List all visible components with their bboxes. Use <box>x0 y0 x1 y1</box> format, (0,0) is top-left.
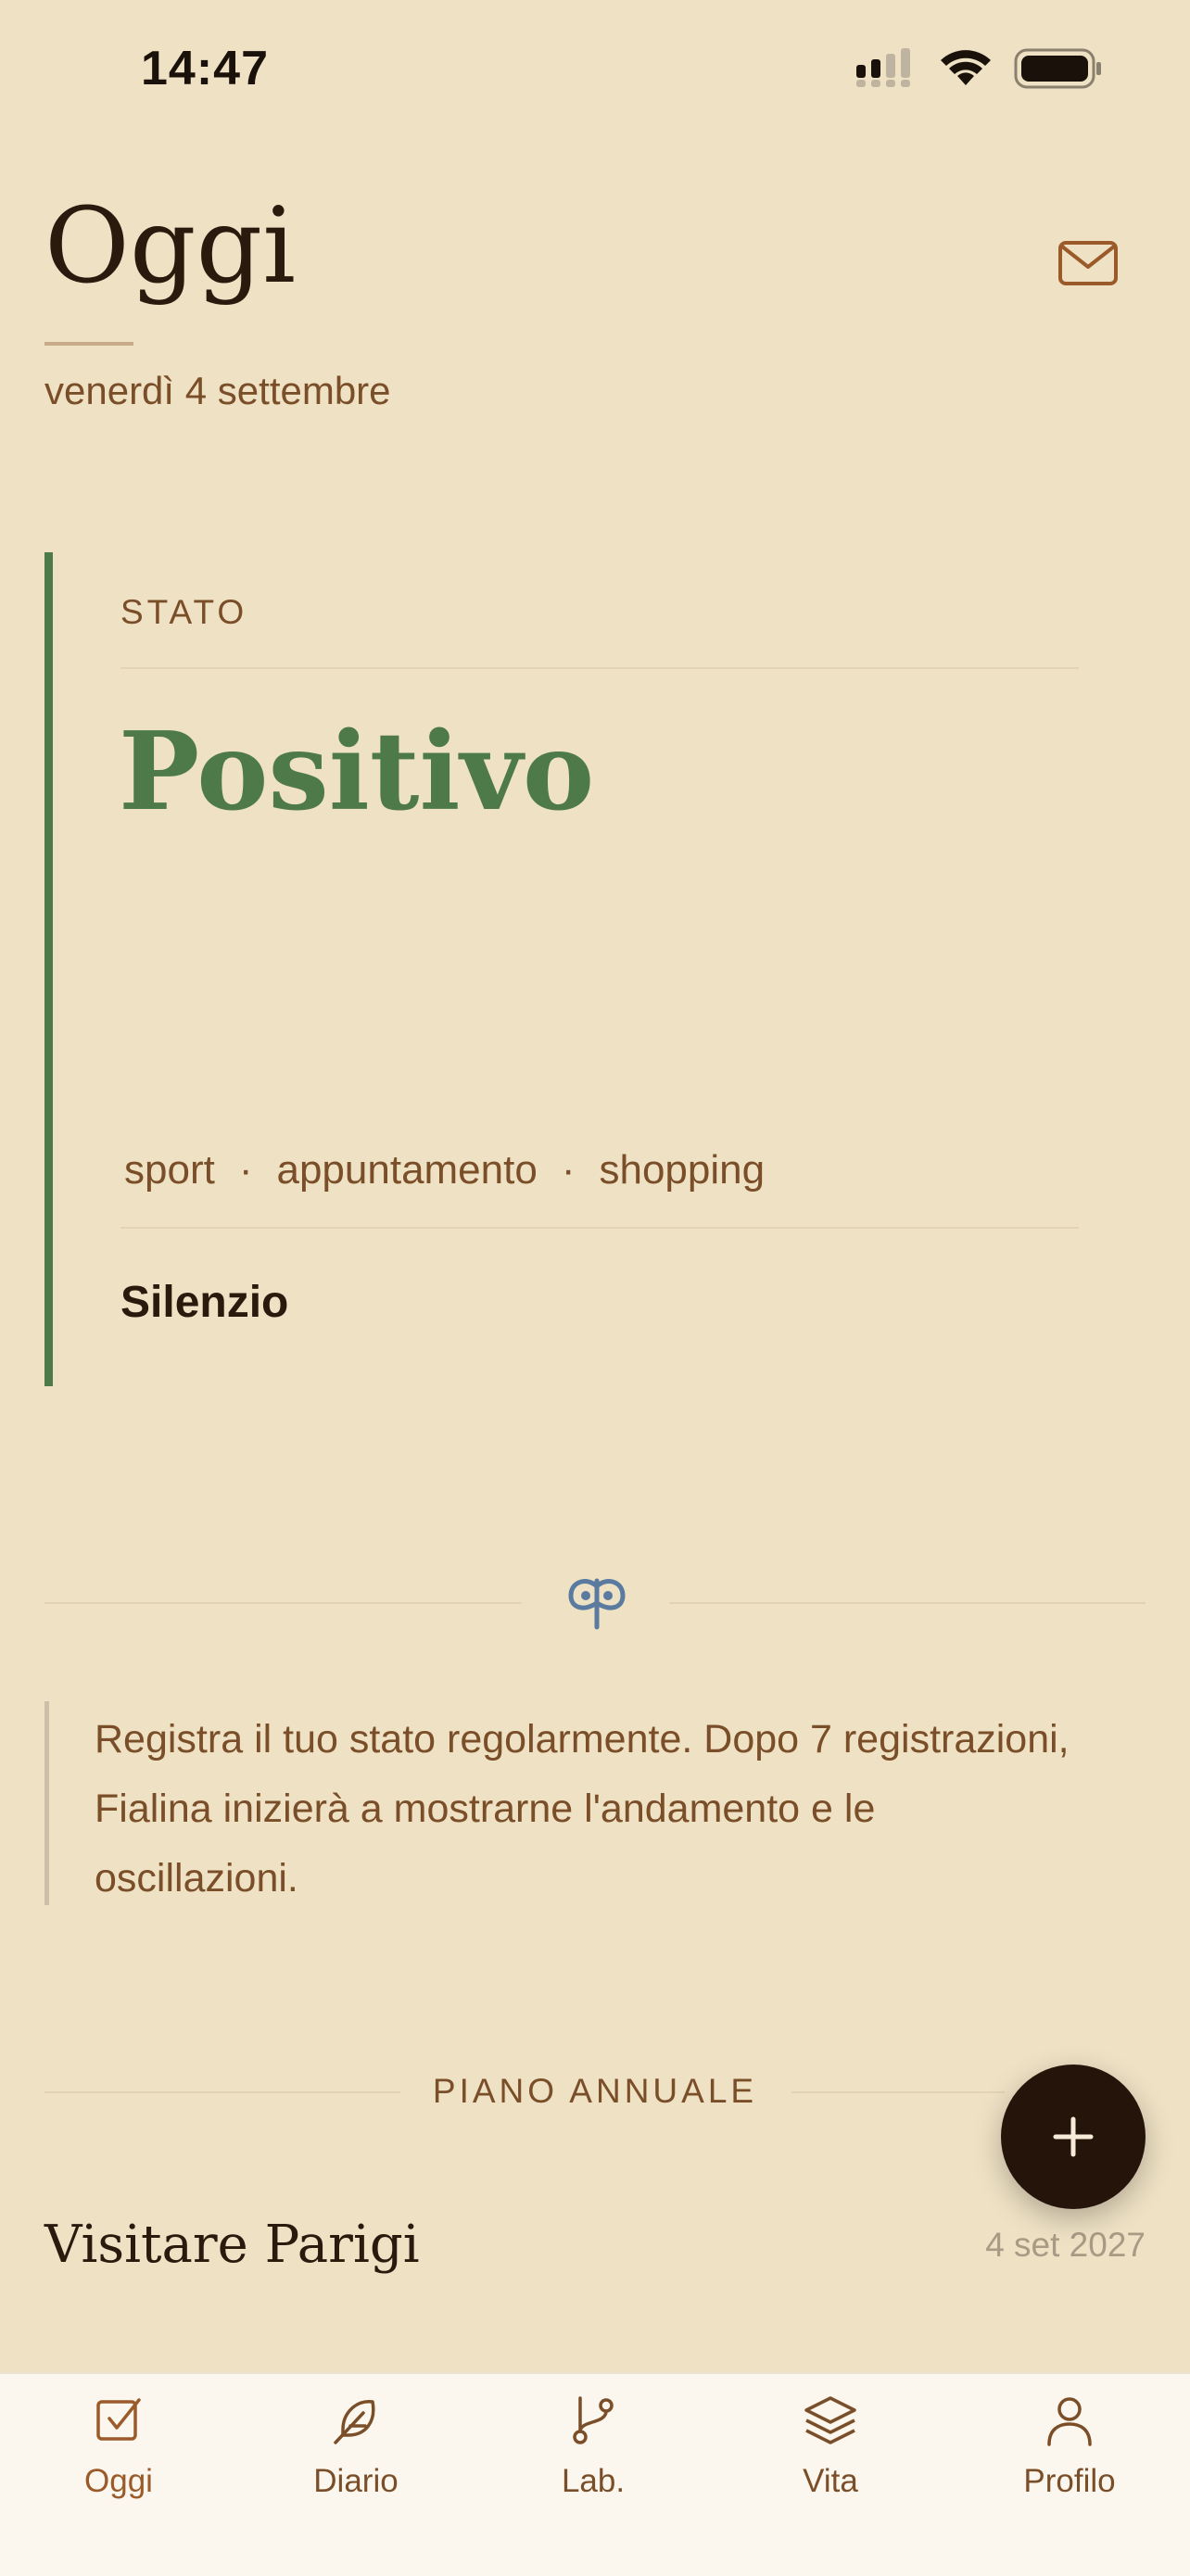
plus-icon <box>1053 2116 1094 2157</box>
mail-icon <box>1058 241 1118 285</box>
state-note: Silenzio <box>120 1278 289 1327</box>
state-card-divider <box>120 667 1079 669</box>
wifi-icon <box>941 50 991 85</box>
tab-label-vita: Vita <box>803 2463 858 2499</box>
ornament-icon <box>560 1572 634 1633</box>
info-quote-bar <box>44 1701 49 1905</box>
status-icons <box>853 44 1103 95</box>
add-button[interactable] <box>1001 2065 1146 2209</box>
tag-shopping: shopping <box>599 1147 766 1193</box>
info-text: Registra il tuo stato regolarmente. Dopo… <box>95 1717 1070 1900</box>
battery-icon <box>1014 48 1101 89</box>
state-value[interactable]: Positivo <box>119 713 594 832</box>
plan-item-date: 4 set 2027 <box>985 2226 1146 2264</box>
git-branch-icon <box>573 2396 614 2444</box>
user-icon <box>1047 2397 1092 2446</box>
layers-icon <box>804 2396 856 2444</box>
tab-bar: Oggi Diario Lab. Vita Profilo <box>0 2372 1190 2576</box>
page-title: Oggi <box>44 186 297 307</box>
current-date: venerdì 4 settembre <box>44 369 391 412</box>
divider-line-right <box>669 1602 1146 1604</box>
tag-sport: sport <box>124 1147 215 1193</box>
tag-separator: · <box>561 1147 576 1193</box>
divider-line-left <box>44 1602 522 1604</box>
tab-profilo[interactable]: Profilo <box>977 2393 1162 2532</box>
plan-item-title[interactable]: Visitare Parigi <box>44 2215 420 2275</box>
state-card-label: STATO <box>120 593 248 631</box>
tab-label-lab: Lab. <box>561 2463 626 2499</box>
state-card-accent-bar <box>44 552 53 1386</box>
tag-appuntamento: appuntamento <box>276 1147 538 1193</box>
tab-label-diario: Diario <box>313 2463 399 2499</box>
mail-button[interactable] <box>1057 237 1123 293</box>
tab-diario[interactable]: Diario <box>263 2393 449 2532</box>
cellular-signal-icon <box>856 48 910 87</box>
status-time: 14:47 <box>141 42 269 95</box>
tab-label-profilo: Profilo <box>1023 2463 1116 2499</box>
tab-oggi[interactable]: Oggi <box>26 2393 211 2532</box>
tab-label-oggi: Oggi <box>84 2463 153 2499</box>
title-underline <box>44 342 133 346</box>
tab-lab[interactable]: Lab. <box>500 2393 686 2532</box>
tag-separator: · <box>238 1147 253 1193</box>
state-tags: sport · appuntamento · shopping <box>124 1147 765 1193</box>
tab-vita[interactable]: Vita <box>738 2393 923 2532</box>
feather-icon <box>334 2400 375 2444</box>
checkbox-icon <box>96 2398 141 2441</box>
state-card-divider <box>120 1227 1079 1229</box>
